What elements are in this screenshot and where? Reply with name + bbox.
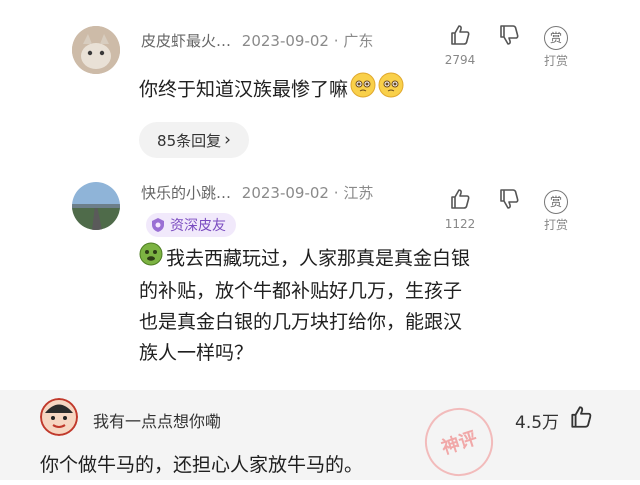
- thumbs-up-icon: [571, 406, 592, 428]
- thumbs-down-icon: [500, 25, 519, 45]
- username[interactable]: 快乐的小跳…: [141, 184, 231, 202]
- reward-label: 打赏: [543, 54, 568, 68]
- comment-date: 2023-09-02: [241, 184, 329, 202]
- like-button[interactable]: [568, 404, 594, 434]
- avatar[interactable]: [40, 398, 78, 436]
- dislike-button[interactable]: [483, 23, 535, 51]
- dislike-button[interactable]: [483, 187, 535, 215]
- thumbs-down-icon: [500, 189, 519, 209]
- comment-line: 我去西藏玩过，人家那真是真金白银: [139, 242, 579, 276]
- username[interactable]: 皮皮虾最火…: [141, 32, 231, 50]
- separator-dot: ·: [333, 32, 344, 50]
- comment-line: 的补贴，放个牛都补贴好几万，生孩子: [139, 280, 463, 302]
- avatar[interactable]: [72, 26, 120, 74]
- comment-text: 你终于知道汉族最惨了嘛: [139, 72, 406, 108]
- replies-count-label: 85条回复: [157, 131, 222, 150]
- reward-label: 打赏: [543, 218, 568, 232]
- comment-location: 江苏: [343, 184, 374, 202]
- avatar[interactable]: [72, 182, 120, 230]
- user-badge: 资深皮友: [146, 213, 236, 237]
- comment-meta: 快乐的小跳… 2023-09-02 · 江苏: [141, 182, 373, 203]
- avatar-road-image: [72, 182, 120, 230]
- comment-text: 我去西藏玩过，人家那真是真金白银 的补贴，放个牛都补贴好几万，生孩子 也是真金白…: [139, 242, 579, 369]
- reward-button[interactable]: 赏 打赏: [530, 26, 582, 69]
- comment-location: 广东: [343, 32, 374, 50]
- reward-icon: 赏: [544, 190, 568, 214]
- thumbs-up-icon: [451, 189, 470, 209]
- like-count: 4.5万: [515, 413, 560, 433]
- comment-date: 2023-09-02: [241, 32, 329, 50]
- reward-button[interactable]: 赏 打赏: [530, 190, 582, 233]
- like-count: 1122: [444, 217, 476, 231]
- reward-icon: 赏: [544, 26, 568, 50]
- avatar-cat-image: [72, 26, 120, 74]
- comment-text-line-1: 我去西藏玩过，人家那真是真金白银: [166, 247, 471, 270]
- username[interactable]: 我有一点点想你嘞: [93, 408, 221, 432]
- green-face-icon: [139, 242, 163, 276]
- stamp-text: 神评: [439, 427, 480, 459]
- chevron-right-icon: ›: [224, 130, 231, 150]
- like-count: 2794: [444, 53, 476, 67]
- badge-shield-icon: [152, 218, 164, 232]
- view-replies-button[interactable]: 85条回复 ›: [139, 122, 249, 158]
- hot-comment-text: 你个做牛马的，还担心人家放牛马的。: [40, 454, 364, 476]
- badge-label: 资深皮友: [170, 218, 226, 234]
- like-button[interactable]: 1122: [434, 187, 486, 231]
- separator-dot: ·: [333, 184, 344, 202]
- pleading-face-icon: [350, 72, 406, 108]
- comment-text-content: 你终于知道汉族最惨了嘛: [139, 78, 349, 101]
- like-button[interactable]: 2794: [434, 23, 486, 67]
- comment-line: 也是真金白银的几万块打给你，能跟汉: [139, 311, 463, 333]
- avatar-cartoon-image: [40, 398, 78, 436]
- comment-meta: 皮皮虾最火… 2023-09-02 · 广东: [141, 30, 373, 51]
- comment-line: 族人一样吗？: [139, 342, 254, 364]
- thumbs-up-icon: [451, 25, 470, 45]
